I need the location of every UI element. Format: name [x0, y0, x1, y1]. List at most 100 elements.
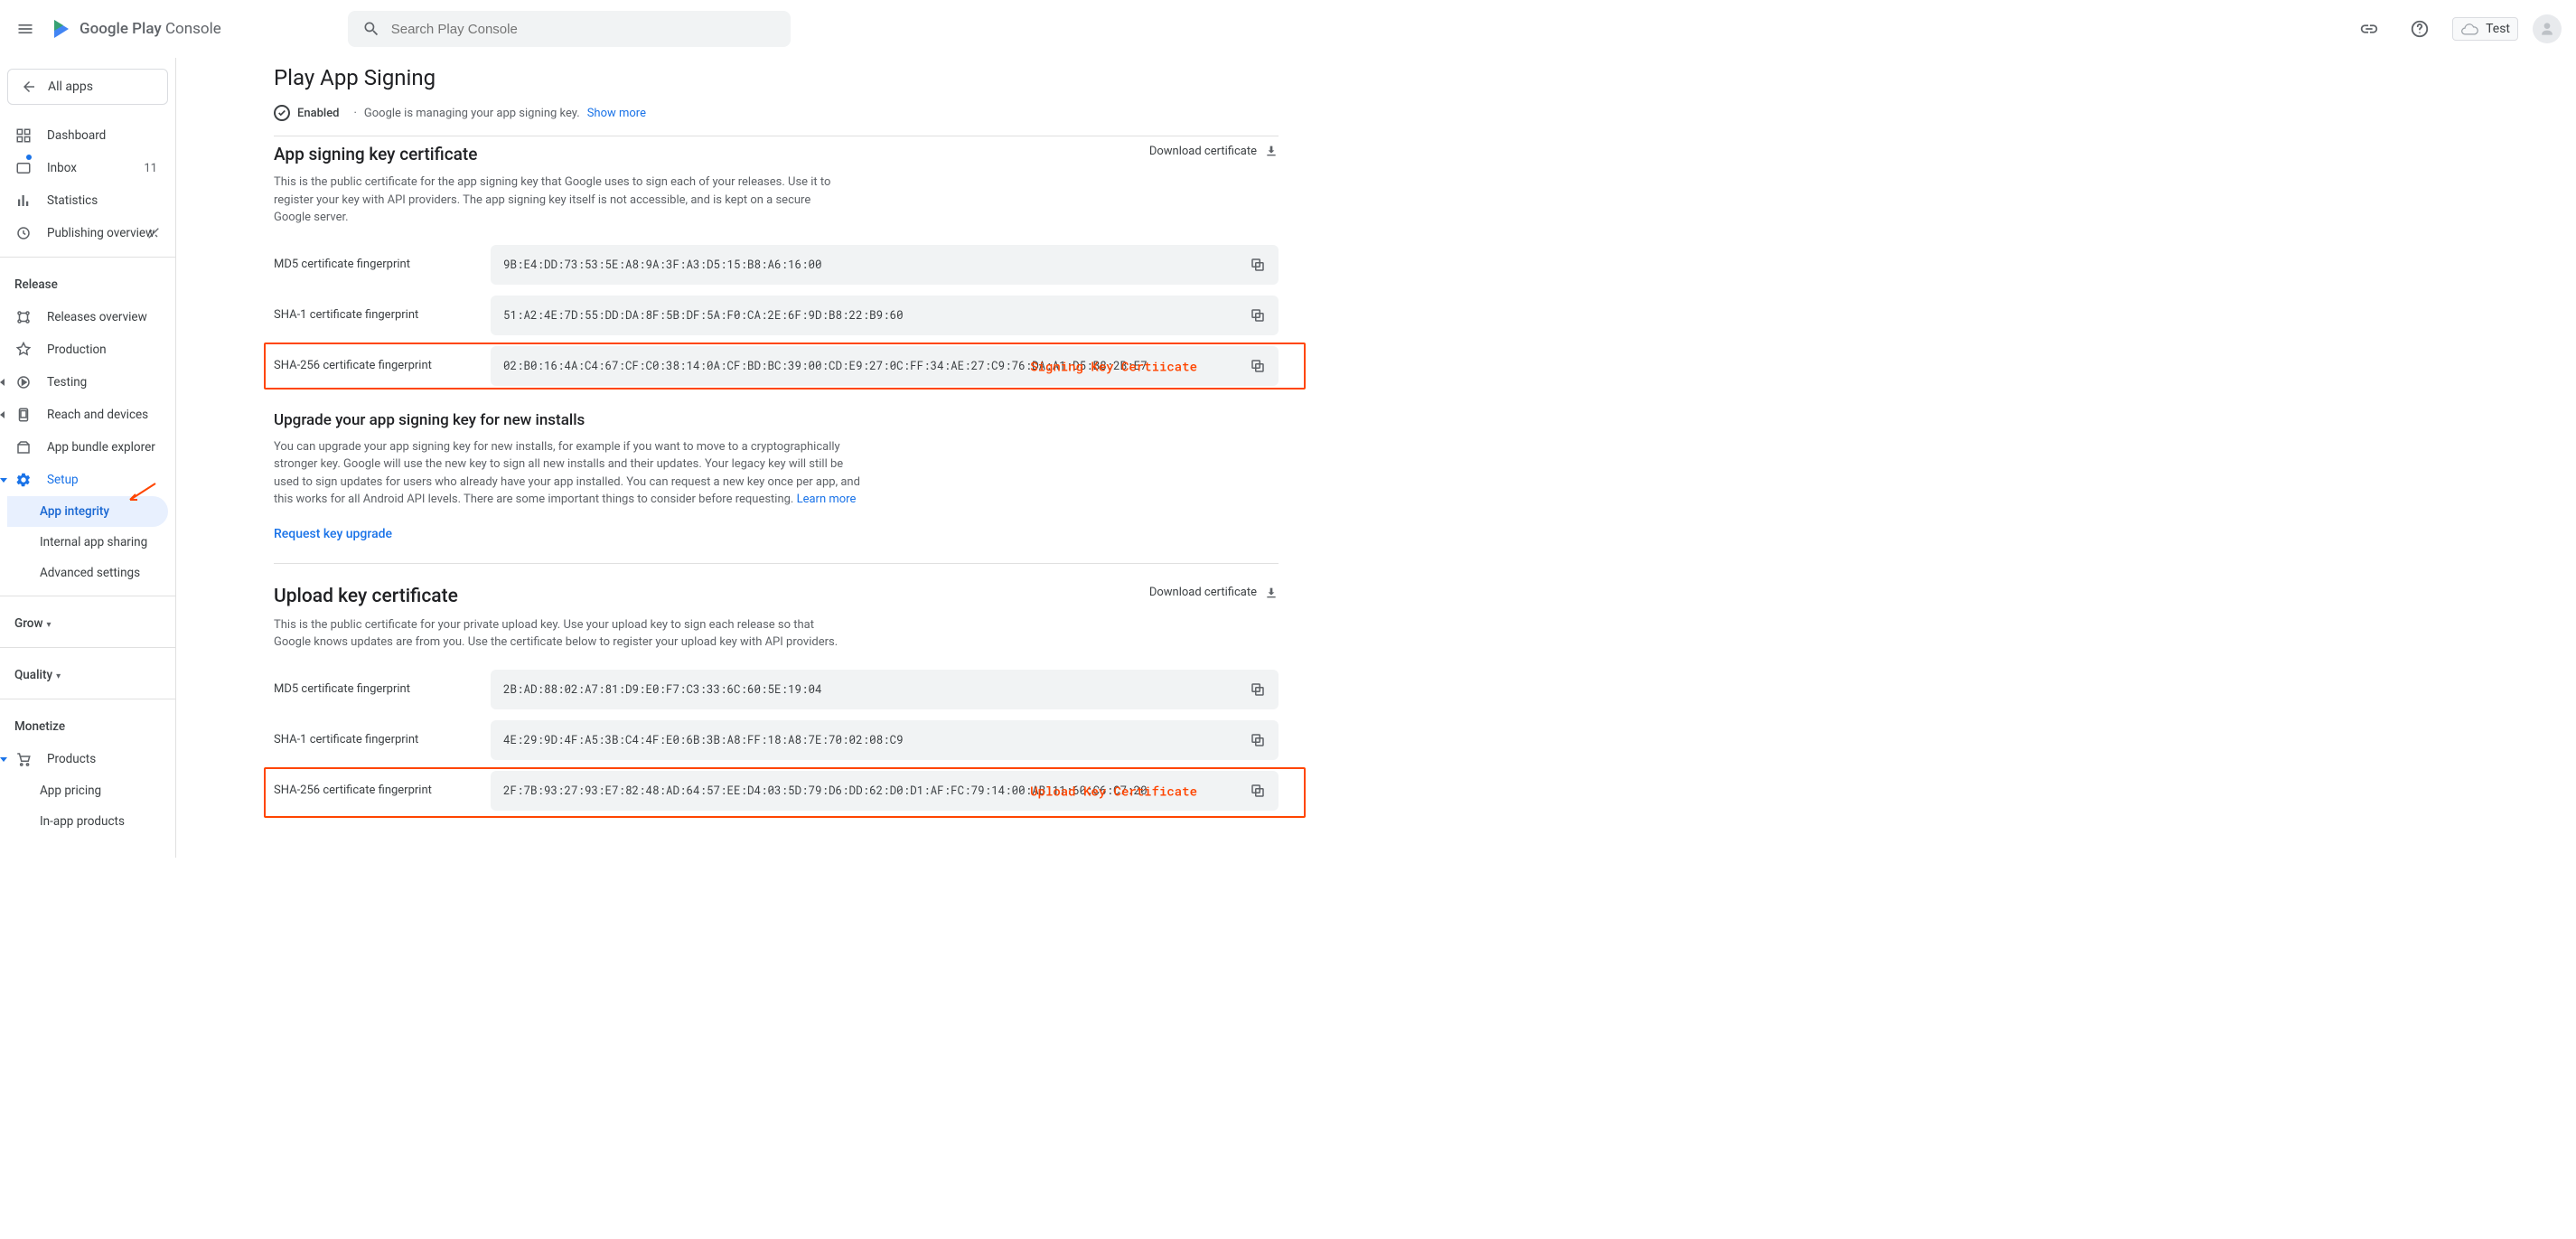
account-name: Test [2486, 22, 2510, 36]
nav-label: App bundle explorer [47, 440, 155, 455]
nav-label: Testing [47, 375, 87, 390]
fp-value: 4E:29:9D:4F:A5:3B:C4:4F:E0:6B:3B:A8:FF:1… [491, 720, 1279, 760]
section-quality[interactable]: Quality▾ [7, 655, 168, 691]
upload-sha256-row: SHA-256 certificate fingerprint 2F:7B:93… [274, 771, 1279, 811]
person-icon [2538, 20, 2556, 38]
nav-label: Internal app sharing [40, 535, 147, 549]
nav-label: App integrity [40, 504, 109, 519]
download-signing-cert-button[interactable]: Download certificate [1149, 144, 1279, 158]
signing-sha256-row: SHA-256 certificate fingerprint 02:B0:16… [274, 346, 1279, 386]
section-grow[interactable]: Grow▾ [7, 604, 168, 640]
search-icon [362, 20, 380, 38]
production-icon [14, 342, 33, 358]
back-label: All apps [48, 80, 93, 94]
nav-label: Advanced settings [40, 566, 140, 580]
nav-label: Production [47, 343, 107, 357]
sidebar-item-publishing[interactable]: Publishing overview [7, 217, 168, 249]
download-icon [1264, 586, 1279, 600]
upload-cert-title: Upload key certificate [274, 586, 458, 607]
upgrade-title: Upgrade your app signing key for new ins… [274, 411, 1279, 429]
sidebar-item-advanced-settings[interactable]: Advanced settings [7, 558, 168, 588]
status-row: Enabled · Google is managing your app si… [274, 105, 1279, 136]
sidebar-item-production[interactable]: Production [7, 333, 168, 366]
sidebar-item-app-integrity[interactable]: App integrity [7, 496, 168, 527]
request-key-upgrade-button[interactable]: Request key upgrade [274, 527, 1279, 541]
main-content: Play App Signing Enabled · Google is man… [176, 58, 1351, 858]
play-console-logo-icon [51, 18, 72, 40]
nav-label: Reach and devices [47, 408, 148, 422]
fp-label: SHA-256 certificate fingerprint [274, 359, 491, 372]
fp-label: SHA-1 certificate fingerprint [274, 733, 491, 746]
inbox-icon [14, 160, 33, 176]
gear-icon [14, 472, 33, 488]
status-text: Google is managing your app signing key. [364, 107, 580, 120]
nav-label: Products [47, 752, 96, 766]
section-monetize: Monetize [7, 707, 168, 743]
avatar[interactable] [2533, 14, 2562, 43]
testing-icon [14, 374, 33, 390]
sidebar-item-inbox[interactable]: Inbox 11 [7, 152, 168, 184]
sidebar-item-reach[interactable]: Reach and devices [7, 399, 168, 431]
upload-cert-desc: This is the public certificate for your … [274, 616, 843, 652]
divider [0, 257, 175, 258]
sidebar-item-inapp-products[interactable]: In-app products [7, 806, 168, 837]
nav-label: Publishing overview [47, 226, 155, 240]
cart-icon [14, 751, 33, 767]
sidebar-item-statistics[interactable]: Statistics [7, 184, 168, 217]
fp-value: 9B:E4:DD:73:53:5E:A8:9A:3F:A3:D5:15:B8:A… [491, 245, 1279, 285]
help-icon[interactable] [2402, 11, 2438, 47]
copy-icon[interactable] [1250, 257, 1266, 273]
sidebar-item-dashboard[interactable]: Dashboard [7, 119, 168, 152]
back-all-apps[interactable]: All apps [7, 69, 168, 105]
dashboard-icon [14, 127, 33, 144]
unpublished-icon [146, 226, 161, 240]
hamburger-menu-icon[interactable] [14, 18, 36, 40]
logo-text: Google Play Console [80, 20, 221, 38]
copy-icon[interactable] [1250, 681, 1266, 698]
arrow-back-icon [21, 79, 37, 95]
search-input[interactable] [391, 22, 776, 37]
search-box[interactable] [348, 11, 791, 47]
sidebar-item-internal-sharing[interactable]: Internal app sharing [7, 527, 168, 558]
signing-sha1-row: SHA-1 certificate fingerprint 51:A2:4E:7… [274, 296, 1279, 335]
signing-cert-title: App signing key certificate [274, 144, 477, 164]
sidebar-item-releases-overview[interactable]: Releases overview [7, 301, 168, 333]
sidebar-item-setup[interactable]: Setup [7, 464, 168, 496]
bundle-icon [14, 439, 33, 455]
divider [274, 563, 1279, 564]
releases-icon [14, 309, 33, 325]
nav-label: Dashboard [47, 128, 106, 143]
check-circle-icon [274, 105, 290, 121]
sidebar-item-testing[interactable]: Testing [7, 366, 168, 399]
chevron-down-icon: ▾ [46, 620, 51, 630]
fp-value: 02:B0:16:4A:C4:67:CF:C0:38:14:0A:CF:BD:B… [491, 346, 1279, 386]
show-more-link[interactable]: Show more [587, 107, 646, 120]
learn-more-link[interactable]: Learn more [797, 493, 857, 506]
upgrade-desc: You can upgrade your app signing key for… [274, 438, 861, 509]
fp-label: SHA-1 certificate fingerprint [274, 308, 491, 322]
nav-label: Statistics [47, 193, 98, 208]
sidebar-item-products[interactable]: Products [7, 743, 168, 775]
header: Google Play Console Test [0, 0, 2576, 58]
signing-cert-desc: This is the public certificate for the a… [274, 174, 843, 227]
copy-icon[interactable] [1250, 783, 1266, 799]
fp-label: SHA-256 certificate fingerprint [274, 784, 491, 797]
link-icon[interactable] [2351, 11, 2387, 47]
fp-label: MD5 certificate fingerprint [274, 258, 491, 271]
section-release: Release [7, 265, 168, 301]
nav-label: Inbox [47, 161, 77, 175]
sidebar-item-bundle-explorer[interactable]: App bundle explorer [7, 431, 168, 464]
download-label: Download certificate [1149, 145, 1257, 158]
cloud-icon [2460, 23, 2478, 35]
sidebar-item-app-pricing[interactable]: App pricing [7, 775, 168, 806]
copy-icon[interactable] [1250, 358, 1266, 374]
fp-value: 2F:7B:93:27:93:E7:82:48:AD:64:57:EE:D4:0… [491, 771, 1279, 811]
logo[interactable]: Google Play Console [51, 18, 221, 40]
copy-icon[interactable] [1250, 307, 1266, 324]
copy-icon[interactable] [1250, 732, 1266, 748]
download-upload-cert-button[interactable]: Download certificate [1149, 586, 1279, 600]
account-chip[interactable]: Test [2452, 17, 2518, 41]
publishing-icon [14, 225, 33, 241]
fp-value: 51:A2:4E:7D:55:DD:DA:8F:5B:DF:5A:F0:CA:2… [491, 296, 1279, 335]
signing-md5-row: MD5 certificate fingerprint 9B:E4:DD:73:… [274, 245, 1279, 285]
